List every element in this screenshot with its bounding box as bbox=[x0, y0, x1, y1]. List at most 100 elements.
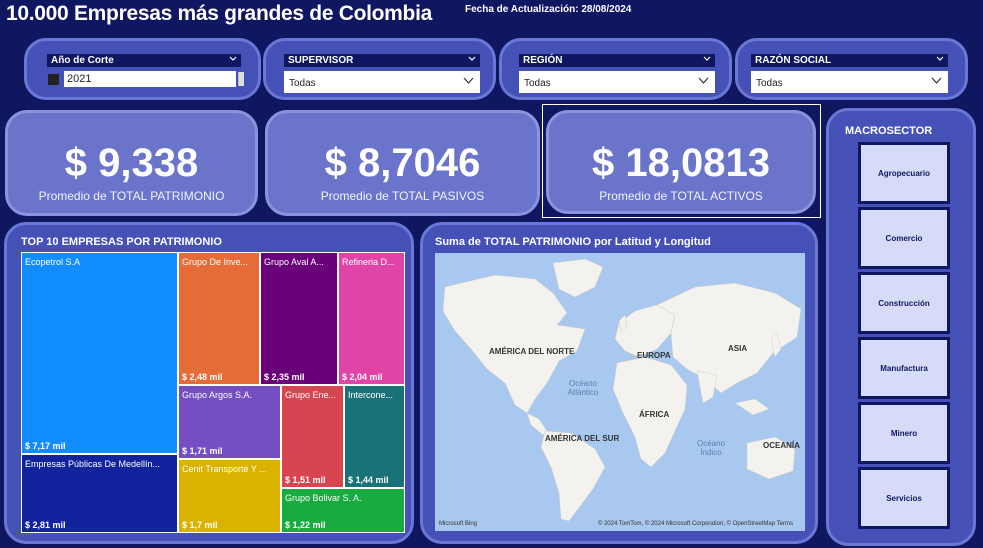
treemap-tile-interconexion-name: Intercone... bbox=[348, 390, 394, 400]
map-panel: Suma de TOTAL PATRIMONIO por Latitud y L… bbox=[420, 222, 818, 544]
treemap-tile-grupo-argos[interactable]: Grupo Argos S.A. $ 1,71 mil bbox=[179, 386, 280, 458]
treemap-title: TOP 10 EMPRESAS POR PATRIMONIO bbox=[21, 236, 222, 248]
chevron-down-icon[interactable] bbox=[229, 55, 237, 63]
region-dropdown-value: Todas bbox=[524, 78, 551, 89]
macrosector-panel: MACROSECTOR Agropecuario Comercio Constr… bbox=[826, 108, 976, 546]
treemap-tile-refineria-name: Refineria D... bbox=[342, 257, 395, 267]
supervisor-dropdown[interactable]: Todas bbox=[284, 71, 480, 93]
macrosector-title: MACROSECTOR bbox=[845, 125, 933, 137]
macrosector-comercio-label: Comercio bbox=[885, 233, 923, 243]
region-filter-label-text: REGIÓN bbox=[523, 55, 563, 66]
macrosector-construccion-button[interactable]: Construcción bbox=[858, 272, 950, 334]
kpi-pasivos-value: $ 8,7046 bbox=[324, 141, 481, 185]
treemap-tile-cenit-value: $ 1,7 mil bbox=[182, 520, 218, 530]
chevron-down-icon[interactable] bbox=[468, 55, 476, 63]
map-label-asia: ASIA bbox=[728, 344, 748, 353]
map-attribution[interactable]: © 2024 TomTom, © 2024 Microsoft Corporat… bbox=[598, 521, 793, 527]
treemap-tile-interconexion[interactable]: Intercone... $ 1,44 mil bbox=[345, 386, 404, 487]
macrosector-minero-button[interactable]: Minero bbox=[858, 402, 950, 464]
year-option-label: 2021 bbox=[67, 73, 92, 85]
kpi-patrimonio-value: $ 9,338 bbox=[64, 141, 199, 185]
treemap-tile-grupo-argos-value: $ 1,71 mil bbox=[182, 446, 223, 456]
year-scrollbar[interactable] bbox=[238, 72, 244, 86]
treemap-tile-grupo-inversiones-name: Grupo De Inve... bbox=[182, 257, 249, 267]
razon-social-filter-label: RAZÓN SOCIAL bbox=[751, 54, 948, 67]
macrosector-servicios-button[interactable]: Servicios bbox=[858, 467, 950, 529]
kpi-patrimonio-label: Promedio de TOTAL PATRIMONIO bbox=[38, 189, 225, 203]
chevron-down-icon[interactable] bbox=[936, 55, 944, 63]
chevron-down-icon[interactable] bbox=[703, 55, 711, 63]
treemap-tile-interconexion-value: $ 1,44 mil bbox=[348, 475, 389, 485]
treemap-tile-ecopetrol[interactable]: Ecopetrol S.A $ 7,17 mil bbox=[22, 253, 177, 453]
kpi-activos-card: $ 18,0813 Promedio de TOTAL ACTIVOS bbox=[546, 110, 816, 214]
kpi-activos-label: Promedio de TOTAL ACTIVOS bbox=[599, 189, 763, 203]
treemap-tile-grupo-aval[interactable]: Grupo Aval A... $ 2,35 mil bbox=[261, 253, 337, 384]
macrosector-servicios-label: Servicios bbox=[886, 493, 922, 503]
treemap-tile-grupo-energia-name: Grupo Ene... bbox=[285, 390, 337, 400]
chevron-down-icon bbox=[931, 77, 942, 84]
treemap-tile-grupo-inversiones-value: $ 2,48 mil bbox=[182, 372, 223, 382]
world-map-land bbox=[442, 258, 802, 522]
treemap-tile-grupo-argos-name: Grupo Argos S.A. bbox=[182, 390, 253, 400]
map-label-indian: Océano Índico bbox=[696, 439, 726, 457]
treemap-tile-epm-value: $ 2,81 mil bbox=[25, 520, 66, 530]
treemap-tile-ecopetrol-value: $ 7,17 mil bbox=[25, 441, 66, 451]
chevron-down-icon bbox=[698, 77, 709, 84]
year-filter-card: Año de Corte 2021 bbox=[24, 38, 261, 100]
year-filter-label-text: Año de Corte bbox=[51, 55, 114, 66]
treemap-tile-grupo-bolivar[interactable]: Grupo Bolivar S. A. $ 1,22 mil bbox=[282, 489, 404, 532]
treemap-tile-epm[interactable]: Empresas Públicas De Medellín... $ 2,81 … bbox=[22, 455, 177, 532]
macrosector-agropecuario-label: Agropecuario bbox=[877, 168, 930, 178]
map-label-south-america: AMÉRICA DEL SUR bbox=[545, 434, 620, 443]
map-label-europe: EUROPA bbox=[637, 351, 671, 360]
map-label-africa: ÁFRICA bbox=[639, 410, 670, 419]
supervisor-filter-label: SUPERVISOR bbox=[284, 54, 480, 67]
kpi-pasivos-label: Promedio de TOTAL PASIVOS bbox=[320, 189, 485, 203]
razon-social-filter-card: RAZÓN SOCIAL Todas bbox=[735, 38, 968, 100]
treemap-chart: Ecopetrol S.A $ 7,17 mil Empresas Públic… bbox=[21, 252, 405, 533]
treemap-panel: TOP 10 EMPRESAS POR PATRIMONIO Ecopetrol… bbox=[4, 222, 414, 544]
supervisor-filter-label-text: SUPERVISOR bbox=[288, 55, 354, 66]
macrosector-manufactura-button[interactable]: Manufactura bbox=[858, 337, 950, 399]
map-label-oceania: OCEANÍA bbox=[763, 441, 800, 450]
year-checkbox[interactable] bbox=[48, 74, 59, 85]
razon-social-dropdown-value: Todas bbox=[756, 78, 783, 89]
map-label-north-america: AMÉRICA DEL NORTE bbox=[489, 347, 575, 356]
region-filter-label: REGIÓN bbox=[519, 54, 715, 67]
treemap-tile-cenit[interactable]: Cenit Transporte Y ... $ 1,7 mil bbox=[179, 460, 280, 532]
world-map[interactable]: AMÉRICA DEL NORTE EUROPA ASIA ÁFRICA AMÉ… bbox=[435, 253, 805, 531]
treemap-tile-grupo-bolivar-value: $ 1,22 mil bbox=[285, 520, 326, 530]
update-date: Fecha de Actualización: 28/08/2024 bbox=[465, 4, 632, 15]
razon-social-dropdown[interactable]: Todas bbox=[751, 71, 948, 93]
map-title: Suma de TOTAL PATRIMONIO por Latitud y L… bbox=[435, 236, 711, 248]
treemap-tile-grupo-aval-value: $ 2,35 mil bbox=[264, 372, 305, 382]
year-option[interactable]: 2021 bbox=[64, 71, 236, 87]
region-filter-card: REGIÓN Todas bbox=[499, 38, 732, 100]
map-label-atlantic: Océano Atlántico bbox=[567, 379, 599, 397]
treemap-tile-grupo-energia[interactable]: Grupo Ene... $ 1,51 mil bbox=[282, 386, 343, 487]
kpi-patrimonio-card: $ 9,338 Promedio de TOTAL PATRIMONIO bbox=[5, 110, 258, 216]
treemap-tile-grupo-bolivar-name: Grupo Bolivar S. A. bbox=[285, 493, 362, 503]
supervisor-filter-card: SUPERVISOR Todas bbox=[263, 38, 496, 100]
treemap-tile-grupo-energia-value: $ 1,51 mil bbox=[285, 475, 326, 485]
treemap-tile-epm-name: Empresas Públicas De Medellín... bbox=[25, 459, 161, 469]
region-dropdown[interactable]: Todas bbox=[519, 71, 715, 93]
razon-social-filter-label-text: RAZÓN SOCIAL bbox=[755, 55, 832, 66]
supervisor-dropdown-value: Todas bbox=[289, 78, 316, 89]
treemap-tile-refineria[interactable]: Refineria D... $ 2,04 mil bbox=[339, 253, 404, 384]
map-bing-logo: Microsoft Bing bbox=[439, 521, 478, 527]
macrosector-agropecuario-button[interactable]: Agropecuario bbox=[858, 142, 950, 204]
treemap-tile-grupo-inversiones[interactable]: Grupo De Inve... $ 2,48 mil bbox=[179, 253, 259, 384]
macrosector-comercio-button[interactable]: Comercio bbox=[858, 207, 950, 269]
kpi-activos-value: $ 18,0813 bbox=[592, 141, 770, 185]
macrosector-construccion-label: Construcción bbox=[878, 298, 930, 308]
chevron-down-icon bbox=[463, 77, 474, 84]
macrosector-manufactura-label: Manufactura bbox=[880, 363, 928, 373]
macrosector-minero-label: Minero bbox=[890, 428, 918, 438]
kpi-pasivos-card: $ 8,7046 Promedio de TOTAL PASIVOS bbox=[265, 110, 540, 216]
page-title: 10.000 Empresas más grandes de Colombia bbox=[6, 2, 432, 25]
treemap-tile-grupo-aval-name: Grupo Aval A... bbox=[264, 257, 324, 267]
treemap-tile-ecopetrol-name: Ecopetrol S.A bbox=[25, 257, 81, 267]
year-filter-label: Año de Corte bbox=[47, 54, 241, 67]
treemap-tile-cenit-name: Cenit Transporte Y ... bbox=[182, 464, 267, 474]
